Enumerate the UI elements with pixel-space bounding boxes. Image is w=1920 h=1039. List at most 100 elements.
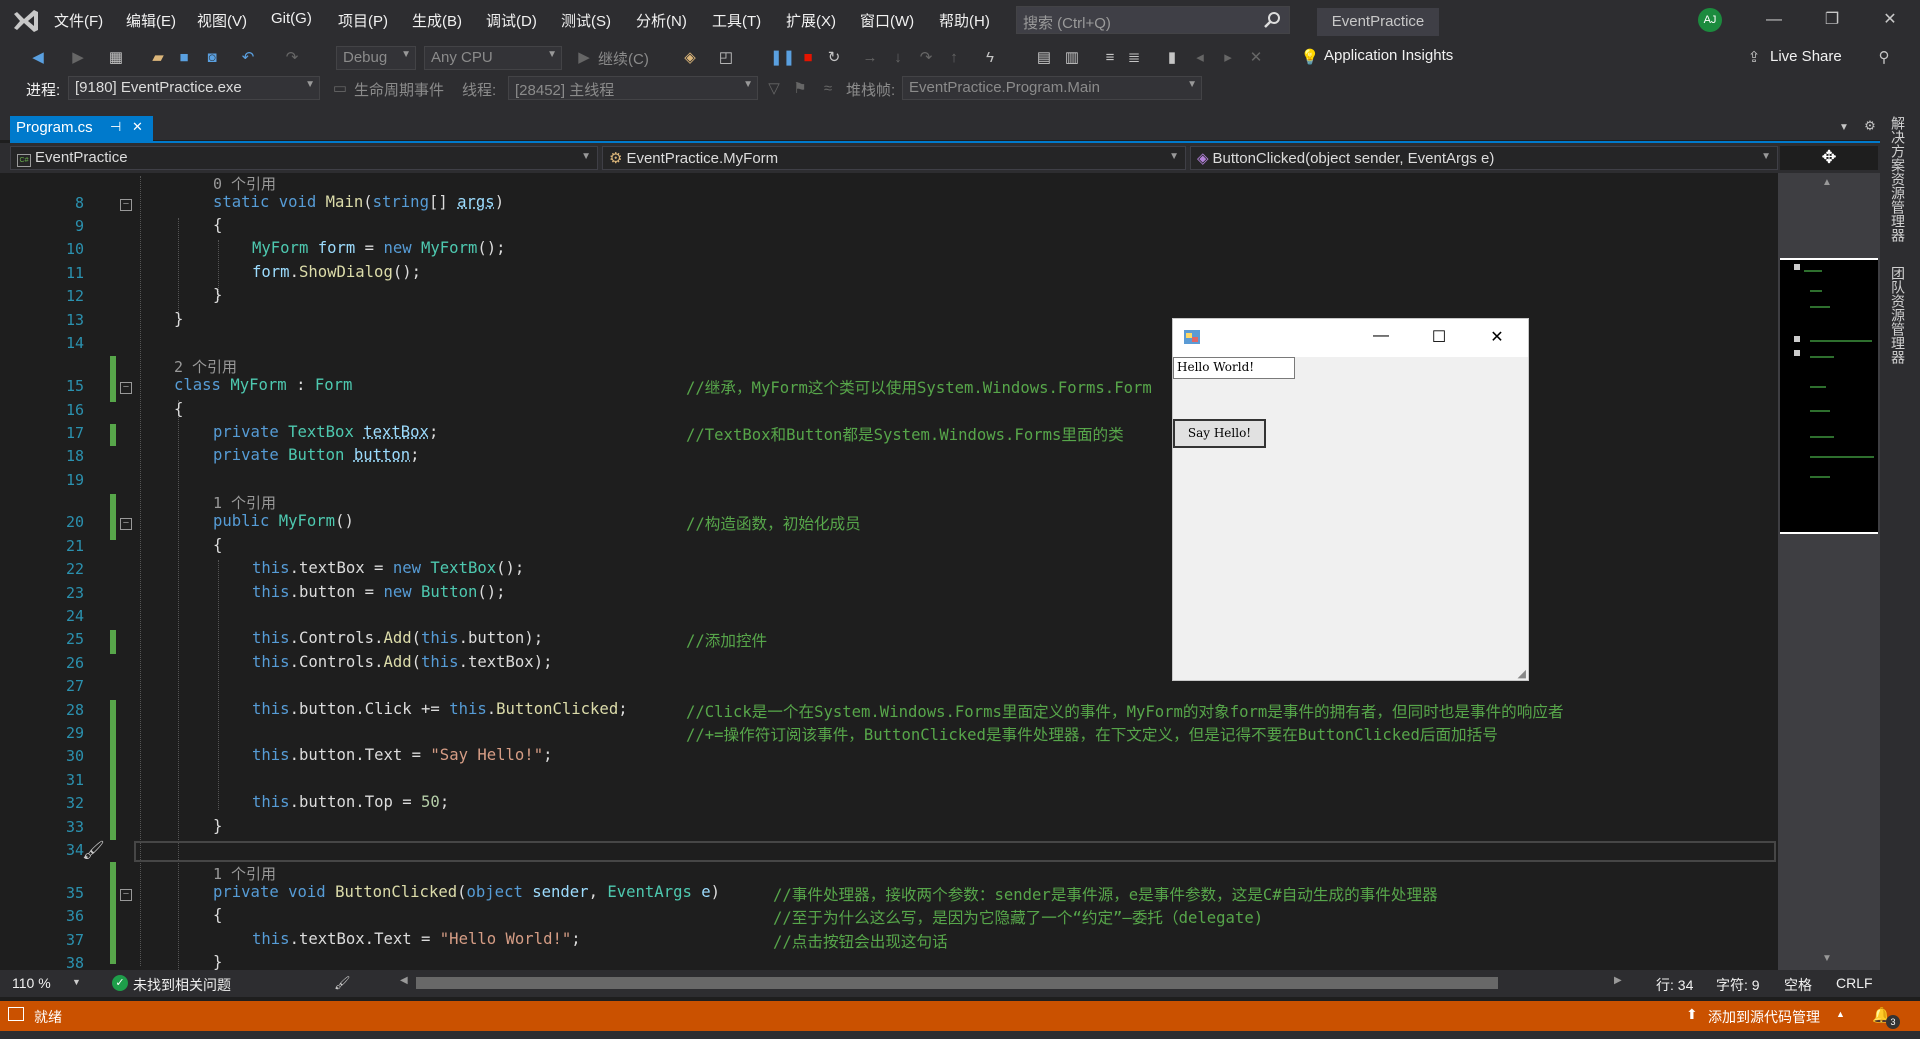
stack-frame-select[interactable]: EventPractice.Program.Main ▼ <box>902 76 1202 100</box>
form-close-icon[interactable]: ✕ <box>1485 327 1509 349</box>
open-folder-icon[interactable]: ▰ <box>148 48 168 68</box>
project-dropdown[interactable]: C# EventPractice ▼ <box>10 146 598 170</box>
horizontal-scroll-thumb[interactable] <box>416 977 1498 989</box>
menu-tools[interactable]: 工具(T) <box>712 10 761 31</box>
browser-link-icon[interactable]: ◰ <box>716 48 736 68</box>
resize-grip-icon[interactable]: ◢ <box>1518 667 1526 680</box>
continue-button[interactable]: 继续(C) <box>598 48 649 69</box>
step-out-icon[interactable]: ↑ <box>944 48 964 68</box>
attach-icon[interactable]: ◈ <box>680 48 700 68</box>
form-titlebar[interactable]: — ☐ ✕ <box>1173 319 1528 357</box>
step-into-icon[interactable]: ↓ <box>888 48 908 68</box>
hello-textbox[interactable]: Hello World! <box>1173 357 1295 379</box>
search-input[interactable]: 搜索 (Ctrl+Q) <box>1016 6 1290 34</box>
lifecycle-icon[interactable]: ▭ <box>330 79 350 99</box>
class-dropdown[interactable]: ⚙ EventPractice.MyForm ▼ <box>602 146 1186 170</box>
save-icon[interactable]: ■ <box>174 48 194 68</box>
forward-icon[interactable]: ▶ <box>68 48 88 68</box>
uncomment-icon[interactable]: ≣ <box>1124 48 1144 68</box>
thread-select[interactable]: [28452] 主线程 ▼ <box>508 76 758 100</box>
split-editor-icon[interactable]: ✥ <box>1780 146 1878 170</box>
member-dropdown[interactable]: ◈ ButtonClicked(object sender, EventArgs … <box>1190 146 1778 170</box>
close-icon[interactable]: ✕ <box>1878 8 1902 32</box>
menu-edit[interactable]: 编辑(E) <box>126 10 176 31</box>
restore-icon[interactable]: ❐ <box>1820 8 1844 32</box>
form-maximize-icon[interactable]: ☐ <box>1427 327 1451 349</box>
platform-select[interactable]: Any CPU ▼ <box>424 46 562 70</box>
continue-icon[interactable]: ▶ <box>574 48 594 68</box>
menu-debug[interactable]: 调试(D) <box>486 10 537 31</box>
minimize-icon[interactable]: — <box>1762 8 1786 32</box>
collapse-icon[interactable]: − <box>120 382 132 394</box>
code-lens-references[interactable]: 2 个引用 <box>174 356 237 377</box>
app-insights-button[interactable]: Application Insights <box>1324 47 1453 64</box>
threads-icon[interactable]: ▥ <box>1062 48 1082 68</box>
flag-icon[interactable]: ⚑ <box>790 79 810 99</box>
scroll-left-icon[interactable]: ◀ <box>400 975 408 986</box>
scroll-up-icon[interactable]: ▲ <box>1822 177 1832 188</box>
scroll-right-icon[interactable]: ▶ <box>1614 975 1622 986</box>
menu-window[interactable]: 窗口(W) <box>860 10 914 31</box>
undo-icon[interactable]: ↶ <box>238 48 258 68</box>
char-position[interactable]: 字符: 9 <box>1716 975 1760 995</box>
line-position[interactable]: 行: 34 <box>1656 975 1693 995</box>
configuration-select[interactable]: Debug ▼ <box>336 46 416 70</box>
chevron-down-icon[interactable]: ▼ <box>72 977 81 987</box>
scrollbar-map-thumb[interactable] <box>1780 258 1878 534</box>
avatar[interactable]: AJ <box>1698 8 1722 32</box>
back-icon[interactable]: ◀ <box>28 48 48 68</box>
feedback-icon[interactable]: ⚲ <box>1874 48 1894 68</box>
menu-project[interactable]: 项目(P) <box>338 10 388 31</box>
add-to-source-control-button[interactable]: 添加到源代码管理 <box>1708 1007 1820 1027</box>
menu-help[interactable]: 帮助(H) <box>939 10 990 31</box>
lifecycle-events-button[interactable]: 生命周期事件 <box>354 79 444 100</box>
threads-toggle-icon[interactable]: ≈ <box>818 79 838 99</box>
stop-icon[interactable]: ■ <box>798 48 818 68</box>
close-tab-icon[interactable]: ✕ <box>132 119 143 135</box>
save-all-icon[interactable]: ◙ <box>202 48 222 68</box>
tab-solution-explorer[interactable]: 解决方案资源管理器 <box>1888 116 1908 242</box>
collapse-icon[interactable]: − <box>120 518 132 530</box>
pause-icon[interactable]: ❚❚ <box>770 48 795 68</box>
lightbulb-icon[interactable]: 💡 <box>1300 48 1320 68</box>
hot-reload-icon[interactable]: ϟ <box>980 48 1000 68</box>
show-next-statement-icon[interactable]: → <box>860 48 880 68</box>
redo-icon[interactable]: ↷ <box>282 48 302 68</box>
search-icon[interactable] <box>1263 11 1281 29</box>
collapse-icon[interactable]: − <box>120 889 132 901</box>
zoom-level[interactable]: 110 % <box>12 975 51 991</box>
code-lens-references[interactable]: 0 个引用 <box>213 173 276 194</box>
output-icon[interactable] <box>8 1007 24 1021</box>
menu-build[interactable]: 生成(B) <box>412 10 462 31</box>
clear-bookmarks-icon[interactable]: ✕ <box>1246 48 1266 68</box>
process-select[interactable]: [9180] EventPractice.exe ▼ <box>68 76 320 100</box>
code-lens-references[interactable]: 1 个引用 <box>213 863 276 884</box>
say-hello-button[interactable]: Say Hello! <box>1173 419 1266 448</box>
collapse-icon[interactable]: − <box>120 199 132 211</box>
share-icon[interactable]: ⇪ <box>1744 48 1764 68</box>
menu-test[interactable]: 测试(S) <box>561 10 611 31</box>
myform-window[interactable]: — ☐ ✕ Hello World! Say Hello! ◢ <box>1172 318 1529 681</box>
prev-bookmark-icon[interactable]: ◂ <box>1190 48 1210 68</box>
tab-team-explorer[interactable]: 团队资源管理器 <box>1888 266 1908 364</box>
line-ending[interactable]: CRLF <box>1836 975 1873 991</box>
scroll-down-icon[interactable]: ▼ <box>1822 953 1832 964</box>
chevron-up-icon[interactable]: ▲ <box>1836 1009 1845 1019</box>
next-bookmark-icon[interactable]: ▸ <box>1218 48 1238 68</box>
comment-icon[interactable]: ≡ <box>1100 48 1120 68</box>
new-project-icon[interactable]: ▦ <box>106 48 126 68</box>
pin-icon[interactable]: ⊣ <box>110 119 121 135</box>
live-share-button[interactable]: Live Share <box>1770 48 1842 65</box>
menu-analyze[interactable]: 分析(N) <box>636 10 687 31</box>
tab-program-cs[interactable]: Program.cs ⊣ ✕ <box>10 116 153 141</box>
code-lens-references[interactable]: 1 个引用 <box>213 492 276 513</box>
brush-icon[interactable]: 🖌 <box>334 975 351 991</box>
settings-gear-icon[interactable]: ⚙ <box>1860 116 1880 136</box>
filter-icon[interactable]: ▽ <box>764 79 784 99</box>
hex-display-icon[interactable]: ▤ <box>1034 48 1054 68</box>
step-over-icon[interactable]: ↷ <box>916 48 936 68</box>
form-minimize-icon[interactable]: — <box>1369 327 1393 349</box>
restart-icon[interactable]: ↻ <box>824 48 844 68</box>
bookmark-icon[interactable]: ▮ <box>1162 48 1182 68</box>
indent-mode[interactable]: 空格 <box>1784 975 1812 995</box>
